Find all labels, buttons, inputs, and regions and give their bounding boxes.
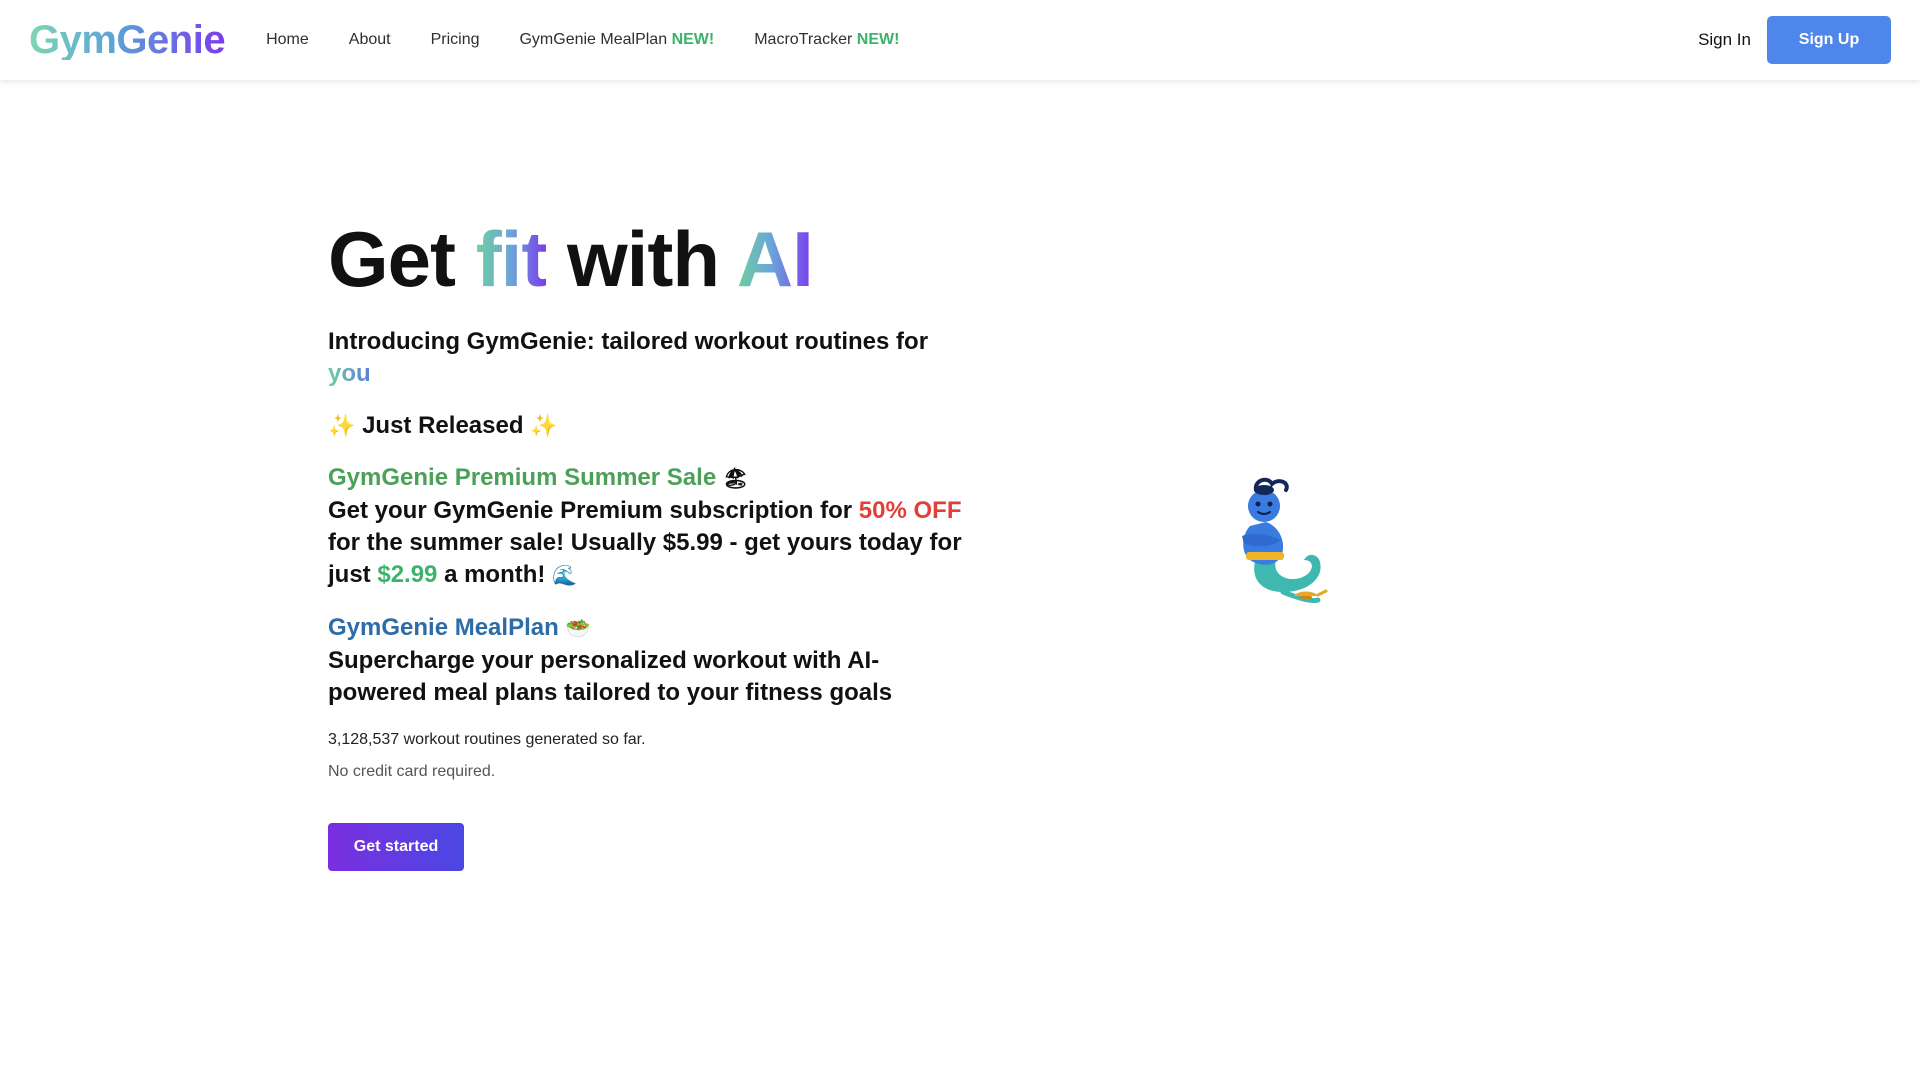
nav-link-label: GymGenie MealPlan: [519, 31, 668, 48]
nav-link-label: Home: [266, 31, 309, 48]
wave-icon: 🌊: [552, 565, 577, 587]
hero-title-fit: fit: [475, 215, 548, 303]
summer-sale-promo: GymGenie Premium Summer Sale 🏖 Get your …: [328, 462, 968, 592]
mealplan-promo: GymGenie MealPlan 🥗 Supercharge your per…: [328, 612, 968, 709]
new-badge: NEW!: [856, 31, 900, 48]
nav-link-label: MacroTracker: [754, 31, 853, 48]
just-released-heading: ✨ Just Released ✨: [328, 410, 968, 442]
new-badge: NEW!: [671, 31, 715, 48]
hero-subtitle-highlight: you: [328, 360, 371, 387]
summer-sale-description: Get your GymGenie Premium subscription f…: [328, 495, 968, 592]
nav-link-about[interactable]: About: [349, 31, 391, 49]
sparkle-icon: ✨: [328, 413, 356, 438]
discount-text: 50% OFF: [858, 497, 962, 524]
nav-link-label: About: [348, 31, 391, 48]
top-navbar: GymGenie Home About Pricing GymGenie Mea…: [0, 0, 1920, 80]
sign-up-button[interactable]: Sign Up: [1767, 16, 1891, 64]
sale-price: $2.99: [377, 561, 438, 588]
sign-in-link[interactable]: Sign In: [1698, 30, 1751, 50]
routines-counter: 3,128,537 workout routines generated so …: [328, 731, 646, 748]
hero-subtitle-text: Introducing GymGenie: tailored workout r…: [328, 328, 929, 355]
sparkle-icon: ✨: [530, 413, 558, 438]
hero-title: Get fit with AI: [328, 214, 968, 304]
genie-icon: [1228, 474, 1332, 608]
nav-link-macrotracker[interactable]: MacroTracker NEW!: [754, 31, 899, 49]
nav-link-pricing[interactable]: Pricing: [431, 31, 480, 49]
mealplan-title: GymGenie MealPlan: [328, 614, 559, 641]
hero-subtitle: Introducing GymGenie: tailored workout r…: [328, 326, 968, 390]
hero-title-get: Get: [328, 215, 456, 303]
beach-umbrella-icon: 🏖: [722, 468, 749, 490]
nav-link-home[interactable]: Home: [266, 31, 309, 49]
genie-illustration: [1242, 477, 1328, 603]
no-credit-card-note: No credit card required.: [328, 763, 496, 780]
get-started-button[interactable]: Get started: [328, 823, 464, 871]
summer-sale-text: a month!: [444, 561, 546, 588]
summer-sale-text: Get your GymGenie Premium subscription f…: [328, 497, 853, 524]
primary-nav: Home About Pricing GymGenie MealPlan NEW…: [266, 31, 939, 49]
summer-sale-title: GymGenie Premium Summer Sale: [328, 464, 717, 491]
hero-section: Get fit with AI Introducing GymGenie: ta…: [328, 214, 968, 871]
nav-link-label: Pricing: [430, 31, 480, 48]
auth-actions: Sign In Sign Up: [1698, 16, 1891, 64]
mealplan-description: Supercharge your personalized workout wi…: [328, 647, 893, 706]
hero-title-ai: AI: [736, 215, 814, 303]
just-released-text: Just Released: [362, 412, 524, 439]
salad-icon: 🥗: [565, 618, 591, 640]
hero-title-with: with: [567, 215, 720, 303]
logo[interactable]: GymGenie: [29, 20, 226, 60]
nav-link-mealplan[interactable]: GymGenie MealPlan NEW!: [519, 31, 714, 49]
